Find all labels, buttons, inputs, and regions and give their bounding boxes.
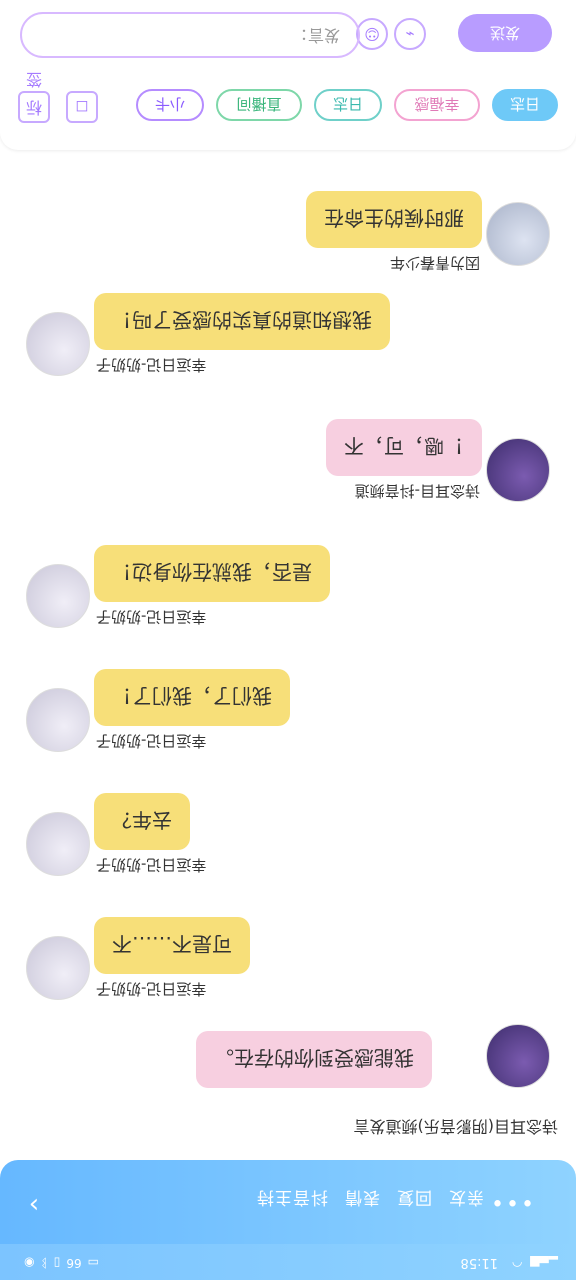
message-input[interactable]: 发言： — [20, 12, 360, 58]
message-bubble: 可是不……不 — [94, 917, 250, 974]
avatar[interactable] — [486, 1024, 550, 1088]
screen-root: ▂▄▆ ◠ 11:58 ▭ 66 ▯ ᛒ ◉ ••• 亲友 回复 表情 抖音主持… — [0, 0, 576, 1280]
room-line: 诗念耳目(阴影音乐)频道发言 — [353, 1117, 559, 1136]
chat-message: 幸运日记-奶奶子 可是不……不 — [0, 896, 576, 1008]
chat-message: 诗念耳目-抖音频道 ！嗯，可，不 — [0, 398, 576, 510]
nickname: 幸运日记-奶奶子 — [96, 980, 207, 998]
status-right-icons: ▭ 66 ▯ ᛒ ◉ — [24, 1256, 99, 1270]
message-bubble: 我想知道的真实的感受了吗！ — [94, 293, 390, 350]
input-row: 发送 ⌁ ☺ 发言： — [0, 0, 576, 70]
send-button[interactable]: 发送 — [458, 14, 552, 52]
capsule-icon[interactable]: ◻ — [66, 91, 98, 123]
tab-1[interactable]: 亲友 — [448, 1187, 484, 1212]
tab-4[interactable]: 抖音主持 — [256, 1187, 328, 1212]
tab-3[interactable]: 表情 — [344, 1187, 380, 1212]
status-time: 11:58 — [460, 1255, 498, 1270]
title-bar: ••• 亲友 回复 表情 抖音主持 ‹ — [0, 1160, 576, 1244]
chat-message: 幸运日记-奶奶子 我们了，我们了！ — [0, 648, 576, 760]
nickname: 幸运日记-奶奶子 — [96, 856, 207, 874]
chip-happiness[interactable]: 幸福感 — [394, 89, 480, 121]
chat-message: 幸运日记-奶奶子 是否，我就在你身边！ — [0, 524, 576, 636]
tab-2[interactable]: 回复 — [396, 1187, 432, 1212]
message-bubble: 那时候的生命在 — [306, 191, 482, 248]
chip-card[interactable]: 小卡 — [136, 89, 204, 121]
nickname: 幸运日记-奶奶子 — [96, 732, 207, 750]
avatar[interactable] — [26, 688, 90, 752]
battery-icon: ▭ — [87, 1256, 99, 1270]
avatar[interactable] — [486, 202, 550, 266]
nfc-icon: ◉ — [24, 1256, 35, 1270]
avatar[interactable] — [26, 312, 90, 376]
message-bubble: 我们了，我们了！ — [94, 669, 290, 726]
signal-icon: ▂▄▆ — [530, 1256, 558, 1270]
nickname: 幸运日记-奶奶子 — [96, 608, 207, 626]
nickname: 因为青春少年 — [389, 254, 480, 272]
vibrate-icon: ▯ — [53, 1256, 61, 1270]
chevron-left-icon[interactable]: ‹ — [22, 1189, 46, 1219]
title-tabs: 亲友 回复 表情 抖音主持 — [256, 1187, 484, 1212]
message-bubble: ！嗯，可，不 — [326, 419, 482, 476]
battery-level: 66 — [66, 1256, 82, 1270]
chat-message: 幸运日记-奶奶子 去年？ — [0, 772, 576, 884]
status-bar: ▂▄▆ ◠ 11:58 ▭ 66 ▯ ᛒ ◉ — [0, 1244, 576, 1280]
chip-diary[interactable]: 日志 — [492, 89, 558, 121]
message-bubble: 去年？ — [94, 793, 190, 850]
avatar[interactable] — [26, 812, 90, 876]
message-bubble: 是否，我就在你身边！ — [94, 545, 330, 602]
avatar[interactable] — [26, 564, 90, 628]
chat-area[interactable]: 我能感受到你的存在。 幸运日记-奶奶子 可是不……不 幸运日记-奶奶子 去年？ … — [0, 174, 576, 1094]
tag-icon[interactable]: 标签 — [18, 70, 50, 123]
avatar[interactable] — [486, 438, 550, 502]
chat-message: 我能感受到你的存在。 — [0, 1024, 576, 1094]
chip-diary-2[interactable]: 日志 — [314, 89, 382, 121]
chip-live[interactable]: 直播间 — [216, 89, 302, 121]
wifi-icon: ◠ — [511, 1256, 523, 1270]
nickname: 诗念耳目-抖音频道 — [354, 482, 480, 500]
bluetooth-icon: ᛒ — [40, 1256, 48, 1270]
chat-message: 因为青春少年 那时候的生命在 — [0, 174, 576, 272]
avatar[interactable] — [26, 936, 90, 1000]
smile-icon[interactable]: ☺ — [356, 18, 388, 50]
message-bubble: 我能感受到你的存在。 — [196, 1031, 432, 1088]
nickname: 幸运日记-奶奶子 — [96, 356, 207, 374]
more-dots-icon[interactable]: ••• — [489, 1189, 534, 1214]
status-left-icons: ▂▄▆ ◠ — [512, 1256, 558, 1270]
toolbar: 日志 幸福感 日志 直播间 小卡 ◻ 标签 — [0, 70, 576, 128]
image-icon[interactable]: ⌁ — [394, 18, 426, 50]
chat-message: 幸运日记-奶奶子 我想知道的真实的感受了吗！ — [0, 272, 576, 384]
